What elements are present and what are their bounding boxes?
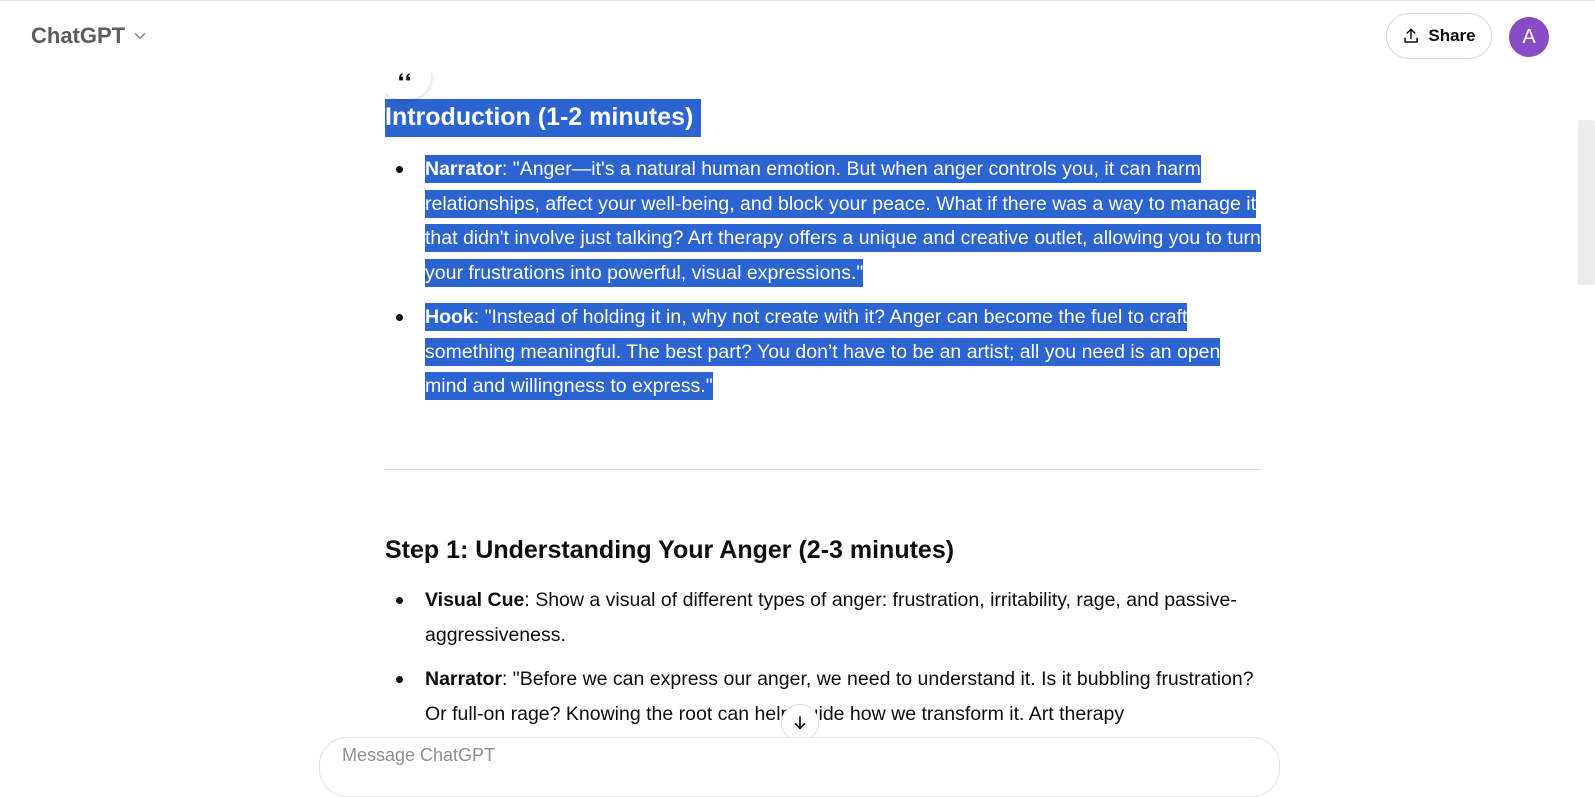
share-label: Share	[1428, 26, 1476, 45]
arrow-down-icon	[794, 716, 806, 730]
top-bar: ChatGPT Share A	[0, 1, 1595, 73]
share-upload-icon	[1404, 28, 1419, 43]
message-input[interactable]	[340, 744, 1144, 767]
chevron-down-icon	[134, 33, 146, 39]
intro-list: Narrator: "Anger—it's a natural human em…	[385, 152, 1261, 414]
item-label: Visual Cue	[425, 589, 525, 611]
share-button[interactable]: Share	[1386, 13, 1492, 59]
item-label: Narrator	[425, 668, 502, 690]
list-item: Narrator: "Before we can express our ang…	[385, 662, 1261, 731]
step1-list: Visual Cue: Show a visual of different t…	[385, 583, 1261, 741]
model-name: ChatGPT	[31, 23, 126, 48]
item-text: : Show a visual of different types of an…	[425, 589, 1237, 646]
intro-heading-text: Introduction (1-2 minutes)	[385, 99, 702, 137]
item-text: : "Anger—it's a natural human emotion. B…	[425, 158, 1261, 284]
item-label: Narrator	[425, 158, 502, 180]
step1-heading: Step 1: Understanding Your Anger (2-3 mi…	[385, 536, 955, 564]
model-selector[interactable]: ChatGPT	[31, 23, 149, 49]
conversation-content: t Outline: Introduction (1-2 minutes) Na…	[385, 0, 1261, 767]
list-item: Visual Cue: Show a visual of different t…	[385, 583, 1261, 652]
item-text: : "Instead of holding it in, why not cre…	[425, 306, 1221, 397]
message-composer	[319, 737, 1280, 797]
item-text: : "Before we can express our anger, we n…	[425, 668, 1254, 725]
list-item: Hook: "Instead of holding it in, why not…	[385, 300, 1261, 404]
intro-heading: Introduction (1-2 minutes)	[385, 99, 702, 137]
avatar[interactable]: A	[1509, 17, 1549, 57]
avatar-initial: A	[1522, 25, 1536, 48]
item-label: Hook	[425, 306, 474, 328]
scrollbar-thumb[interactable]	[1578, 120, 1595, 285]
section-divider	[385, 469, 1261, 470]
list-item: Narrator: "Anger—it's a natural human em…	[385, 152, 1261, 290]
